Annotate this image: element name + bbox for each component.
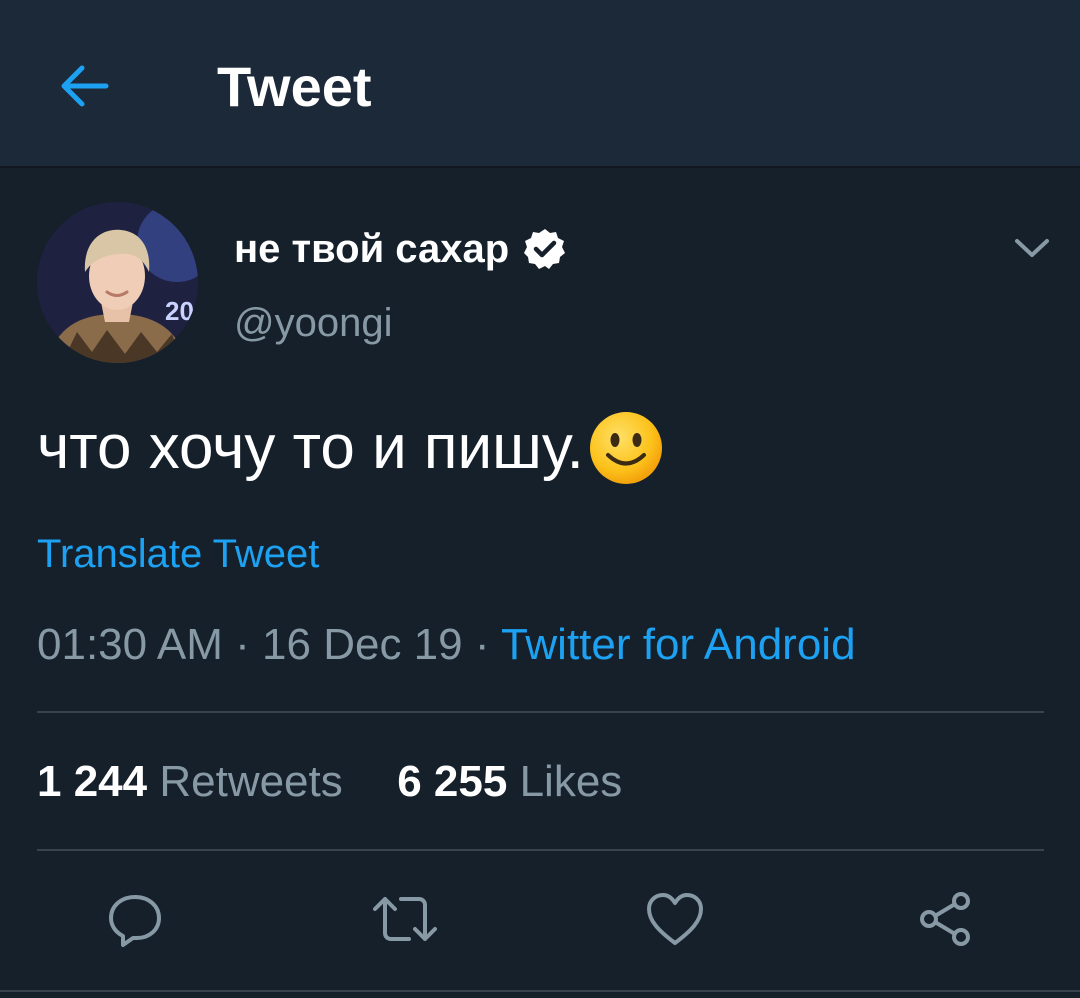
retweet-icon (373, 897, 437, 941)
author-name-row[interactable]: не твой сахар (234, 224, 567, 274)
back-button[interactable] (56, 58, 112, 114)
likes-label: Likes (519, 757, 623, 806)
tweet-stats: 1 244 Retweets 6 255 Likes (37, 754, 622, 810)
tweet-metadata: 01:30 AM · 16 Dec 19 · Twitter for Andro… (37, 618, 856, 672)
meta-separator: · (235, 620, 250, 669)
arrow-left-icon (61, 65, 109, 107)
avatar-photo: 20 (37, 202, 198, 363)
tweet-text-content: что хочу то и пишу. (37, 413, 584, 482)
retweets-stat[interactable]: 1 244 Retweets (37, 757, 355, 806)
divider (37, 849, 1044, 851)
page-title: Tweet (217, 55, 372, 118)
share-button[interactable] (910, 884, 980, 954)
tweet-date: 16 Dec 19 (262, 620, 463, 669)
display-name: не твой сахар (234, 227, 510, 271)
chevron-down-icon (1015, 239, 1049, 257)
avatar[interactable]: 20 (37, 202, 198, 363)
share-icon (920, 892, 970, 946)
tweet-source-link[interactable]: Twitter for Android (501, 620, 856, 669)
slightly-smiling-face-emoji (589, 412, 662, 484)
heart-icon (647, 893, 703, 945)
verified-badge-icon (524, 229, 566, 269)
top-app-bar: Tweet (0, 0, 1080, 168)
reply-button[interactable] (100, 884, 170, 954)
tweet-menu-button[interactable] (1010, 228, 1054, 268)
likes-count: 6 255 (397, 757, 508, 806)
retweet-button[interactable] (370, 884, 440, 954)
divider (0, 990, 1080, 992)
likes-stat[interactable]: 6 255 Likes (397, 757, 622, 806)
translate-tweet-link[interactable]: Translate Tweet (37, 530, 319, 578)
tweet-time: 01:30 AM (37, 620, 223, 669)
svg-text:20: 20 (165, 296, 194, 326)
divider (37, 711, 1044, 713)
meta-separator: · (474, 620, 490, 669)
author-handle[interactable]: @yoongi (234, 298, 392, 348)
reply-icon (109, 895, 161, 947)
like-button[interactable] (640, 884, 710, 954)
tweet-text: что хочу то и пишу. (37, 410, 664, 486)
retweets-count: 1 244 (37, 757, 148, 806)
retweets-label: Retweets (159, 757, 343, 806)
